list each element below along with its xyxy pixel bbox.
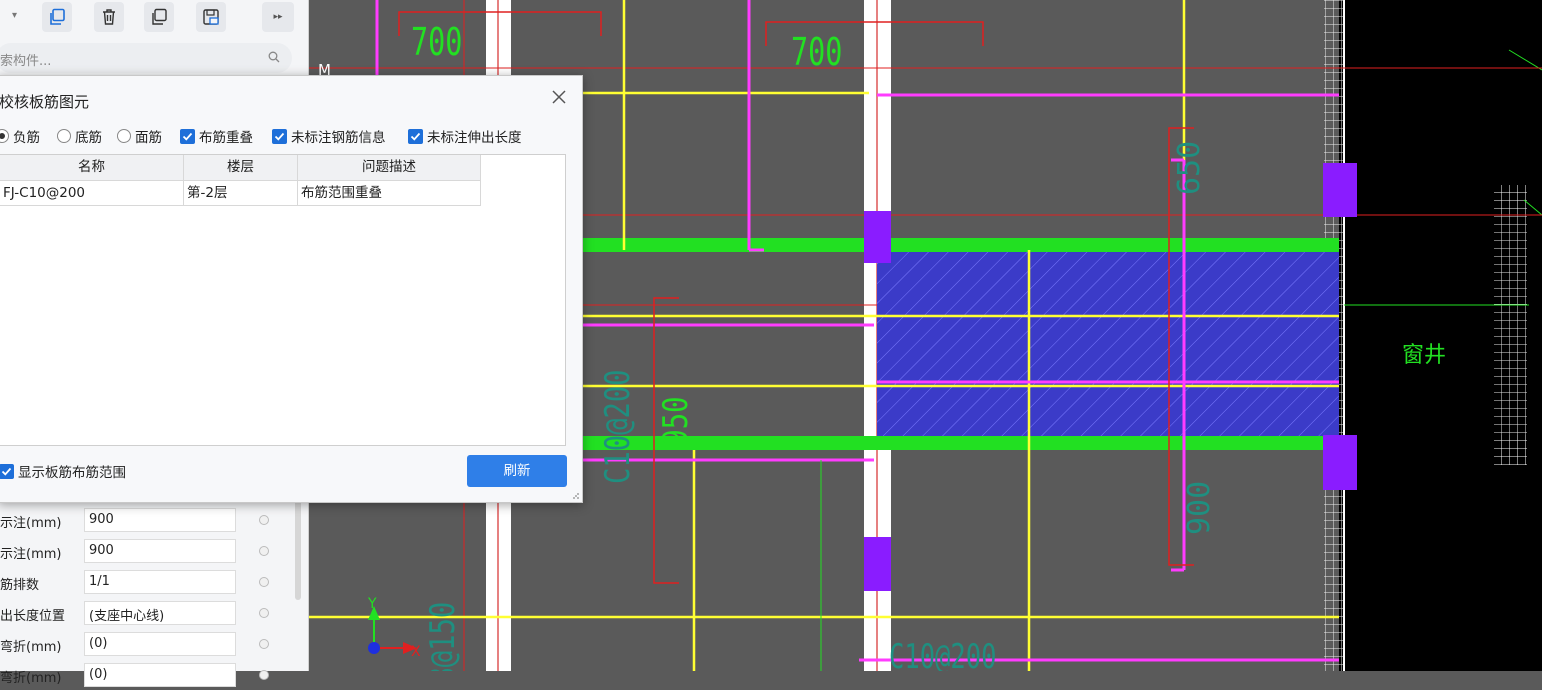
column-header-floor[interactable]: 楼层 [184,155,298,181]
property-value-field[interactable]: (0) [84,663,236,687]
check-slab-rebar-dialog: 校核板筋图元 负筋 底筋 面筋 布筋重叠 未标注钢筋信息 未标注伸出长度 名称 … [0,75,583,503]
property-row: 弯折(mm) (0) [0,660,290,690]
dim-label: 900 [1182,481,1217,535]
dialog-title: 校核板筋图元 [0,93,90,111]
axis-y-label: Y [367,596,377,612]
cell-floor: 第-2层 [184,181,298,206]
checkbox-label: 布筋重叠 [199,130,253,146]
radio-button[interactable] [117,129,131,143]
dropdown-arrow-icon[interactable]: ▾ [12,10,17,21]
dim-label: 700 [411,20,462,64]
property-label: 筋排数 [0,578,40,593]
property-value-field[interactable]: 1/1 [84,570,236,594]
column-marker [1323,163,1357,217]
close-icon[interactable] [550,88,568,106]
search-input[interactable]: 索构件... [0,43,292,73]
more-icon: ▸▸ [273,12,283,22]
checkbox-label: 显示板筋布筋范围 [18,465,126,481]
radio-button[interactable] [0,129,9,143]
show-rebar-range-toggle[interactable]: 显示板筋布筋范围 [0,461,126,481]
property-lock-icon[interactable] [259,639,269,649]
copy-button[interactable] [42,2,72,32]
radio-negative-rebar[interactable]: 负筋 [0,126,40,146]
property-row: 出长度位置 (支座中心线) [0,598,290,628]
refresh-button[interactable]: 刷新 [467,455,567,487]
radio-button[interactable] [57,129,71,143]
search-placeholder: 索构件... [0,54,52,69]
property-row: 示注(mm) 900 [0,536,290,566]
dim-label: 700 [791,30,842,74]
room-label: 窗井 [1402,343,1446,368]
trash-icon [103,9,115,25]
radio-bottom-rebar[interactable]: 底筋 [57,126,102,146]
duplicate-icon [152,8,167,25]
property-lock-icon[interactable] [259,515,269,525]
check-no-rebar-info[interactable]: 未标注钢筋信息 [272,126,386,146]
radio-top-rebar[interactable]: 面筋 [117,126,162,146]
more-button[interactable]: ▸▸ [262,2,294,32]
property-value-field[interactable]: 900 [84,539,236,563]
resize-grip-icon[interactable] [572,492,580,500]
property-lock-icon[interactable] [259,608,269,618]
property-label: 弯折(mm) [0,640,62,655]
property-row: 弯折(mm) (0) [0,629,290,659]
cell-name: FJ-C10@200 [0,181,184,206]
property-lock-icon[interactable] [259,670,269,680]
property-value-field[interactable]: 900 [84,508,236,532]
property-label: 弯折(mm) [0,671,62,686]
check-no-extension-length[interactable]: 未标注伸出长度 [408,126,522,146]
save-icon [203,9,219,25]
issue-table: 名称 楼层 问题描述 FJ-C10@200 第-2层 布筋范围重叠 [0,154,566,446]
property-value-field[interactable]: (0) [84,632,236,656]
property-lock-icon[interactable] [259,546,269,556]
column-marker [864,211,891,263]
check-overlap[interactable]: 布筋重叠 [180,126,253,146]
axis-x-label: X [411,644,421,660]
radio-label: 面筋 [135,130,162,146]
search-icon[interactable] [268,51,280,63]
radio-label: 底筋 [75,130,102,146]
rebar-label: C10@200 [889,637,996,671]
property-row: 筋排数 1/1 [0,567,290,597]
rebar-label: C8@150 [423,602,463,671]
checkbox-checked-icon[interactable] [0,463,14,479]
dim-label: 950 [656,396,696,445]
checkbox-checked-icon[interactable] [272,128,287,144]
radio-label: 负筋 [13,130,40,146]
copy-icon [50,8,65,25]
save-layer-button[interactable] [196,2,226,32]
checkbox-label: 未标注钢筋信息 [291,130,386,146]
dim-label: 650 [1172,141,1207,195]
checkbox-label: 未标注伸出长度 [427,130,522,146]
cell-issue: 布筋范围重叠 [298,181,481,206]
property-label: 出长度位置 [0,609,66,624]
column-marker [864,537,891,591]
checkbox-checked-icon[interactable] [408,128,423,144]
property-lock-icon[interactable] [259,577,269,587]
property-row: 示注(mm) 900 [0,505,290,535]
delete-button[interactable] [94,2,124,32]
column-header-issue[interactable]: 问题描述 [298,155,481,181]
rebar-label: C10@200 [598,369,638,484]
column-marker [1323,435,1357,490]
property-value-field[interactable]: (支座中心线) [84,601,236,625]
duplicate-button[interactable] [144,2,174,32]
checkbox-checked-icon[interactable] [180,128,195,144]
property-label: 示注(mm) [0,547,62,562]
property-label: 示注(mm) [0,516,62,531]
column-header-name[interactable]: 名称 [0,155,184,181]
